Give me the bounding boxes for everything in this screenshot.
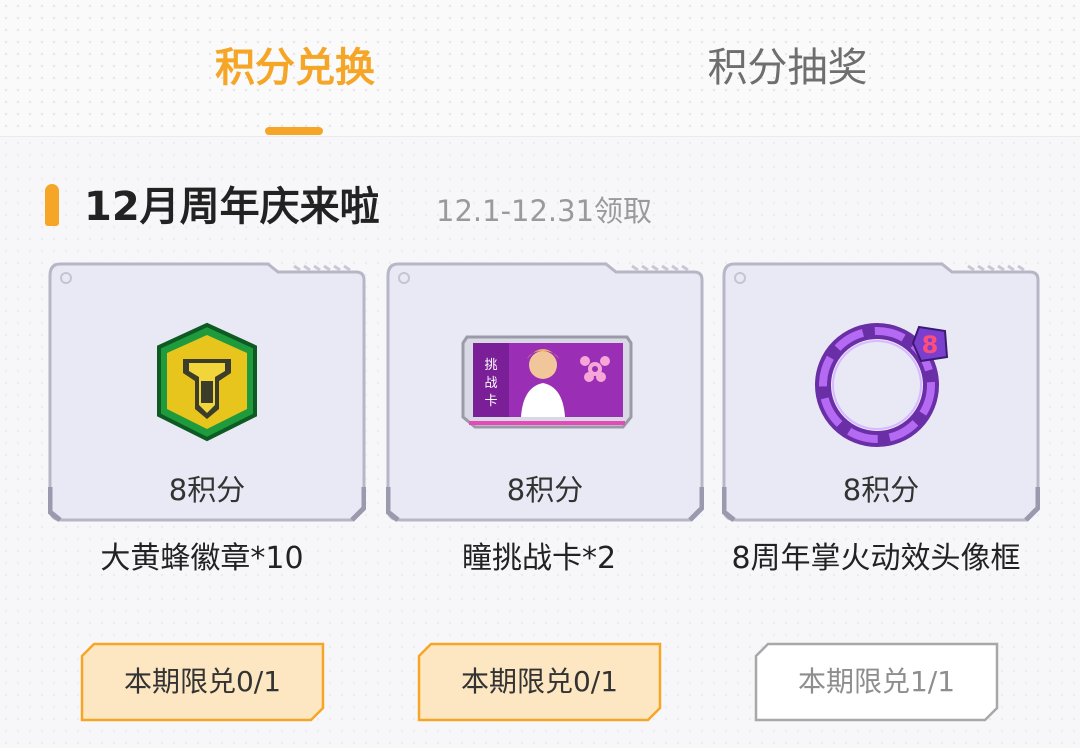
tab-points-lottery[interactable]: 积分抽奖: [690, 38, 885, 98]
avatar-frame-icon: 8: [781, 317, 981, 447]
reward-name: 大黄蜂徽章*10: [100, 541, 304, 576]
redeem-button-disabled[interactable]: 本期限兑1/1: [754, 642, 999, 722]
section-date-range: 12.1-12.31领取: [436, 194, 653, 228]
reward-points: 8积分: [506, 473, 584, 507]
svg-text:8: 8: [922, 331, 939, 359]
reward-points: 8积分: [842, 473, 920, 507]
reward-name: 8周年掌火动效头像框: [731, 541, 1021, 576]
redeem-button[interactable]: 本期限兑0/1: [80, 642, 325, 722]
hornet-badge-icon: [107, 317, 307, 447]
tab-points-exchange[interactable]: 积分兑换: [195, 38, 395, 98]
active-tab-indicator: [265, 127, 323, 135]
section-marker: [45, 184, 59, 226]
redeem-limit-label: 本期限兑0/1: [460, 665, 619, 698]
reward-points: 8积分: [168, 473, 246, 507]
tab-bar: 积分兑换 积分抽奖: [0, 0, 1080, 137]
section-title: 12月周年庆来啦: [84, 184, 380, 230]
svg-text:卡: 卡: [484, 394, 497, 409]
svg-text:挑: 挑: [484, 358, 497, 373]
svg-text:战: 战: [484, 376, 497, 391]
redeem-limit-label: 本期限兑0/1: [123, 665, 282, 698]
redeem-button[interactable]: 本期限兑0/1: [417, 642, 662, 722]
redeem-limit-label: 本期限兑1/1: [797, 665, 956, 698]
reward-name: 瞳挑战卡*2: [461, 541, 617, 576]
challenge-card-icon: 挑 战 卡: [445, 317, 645, 447]
